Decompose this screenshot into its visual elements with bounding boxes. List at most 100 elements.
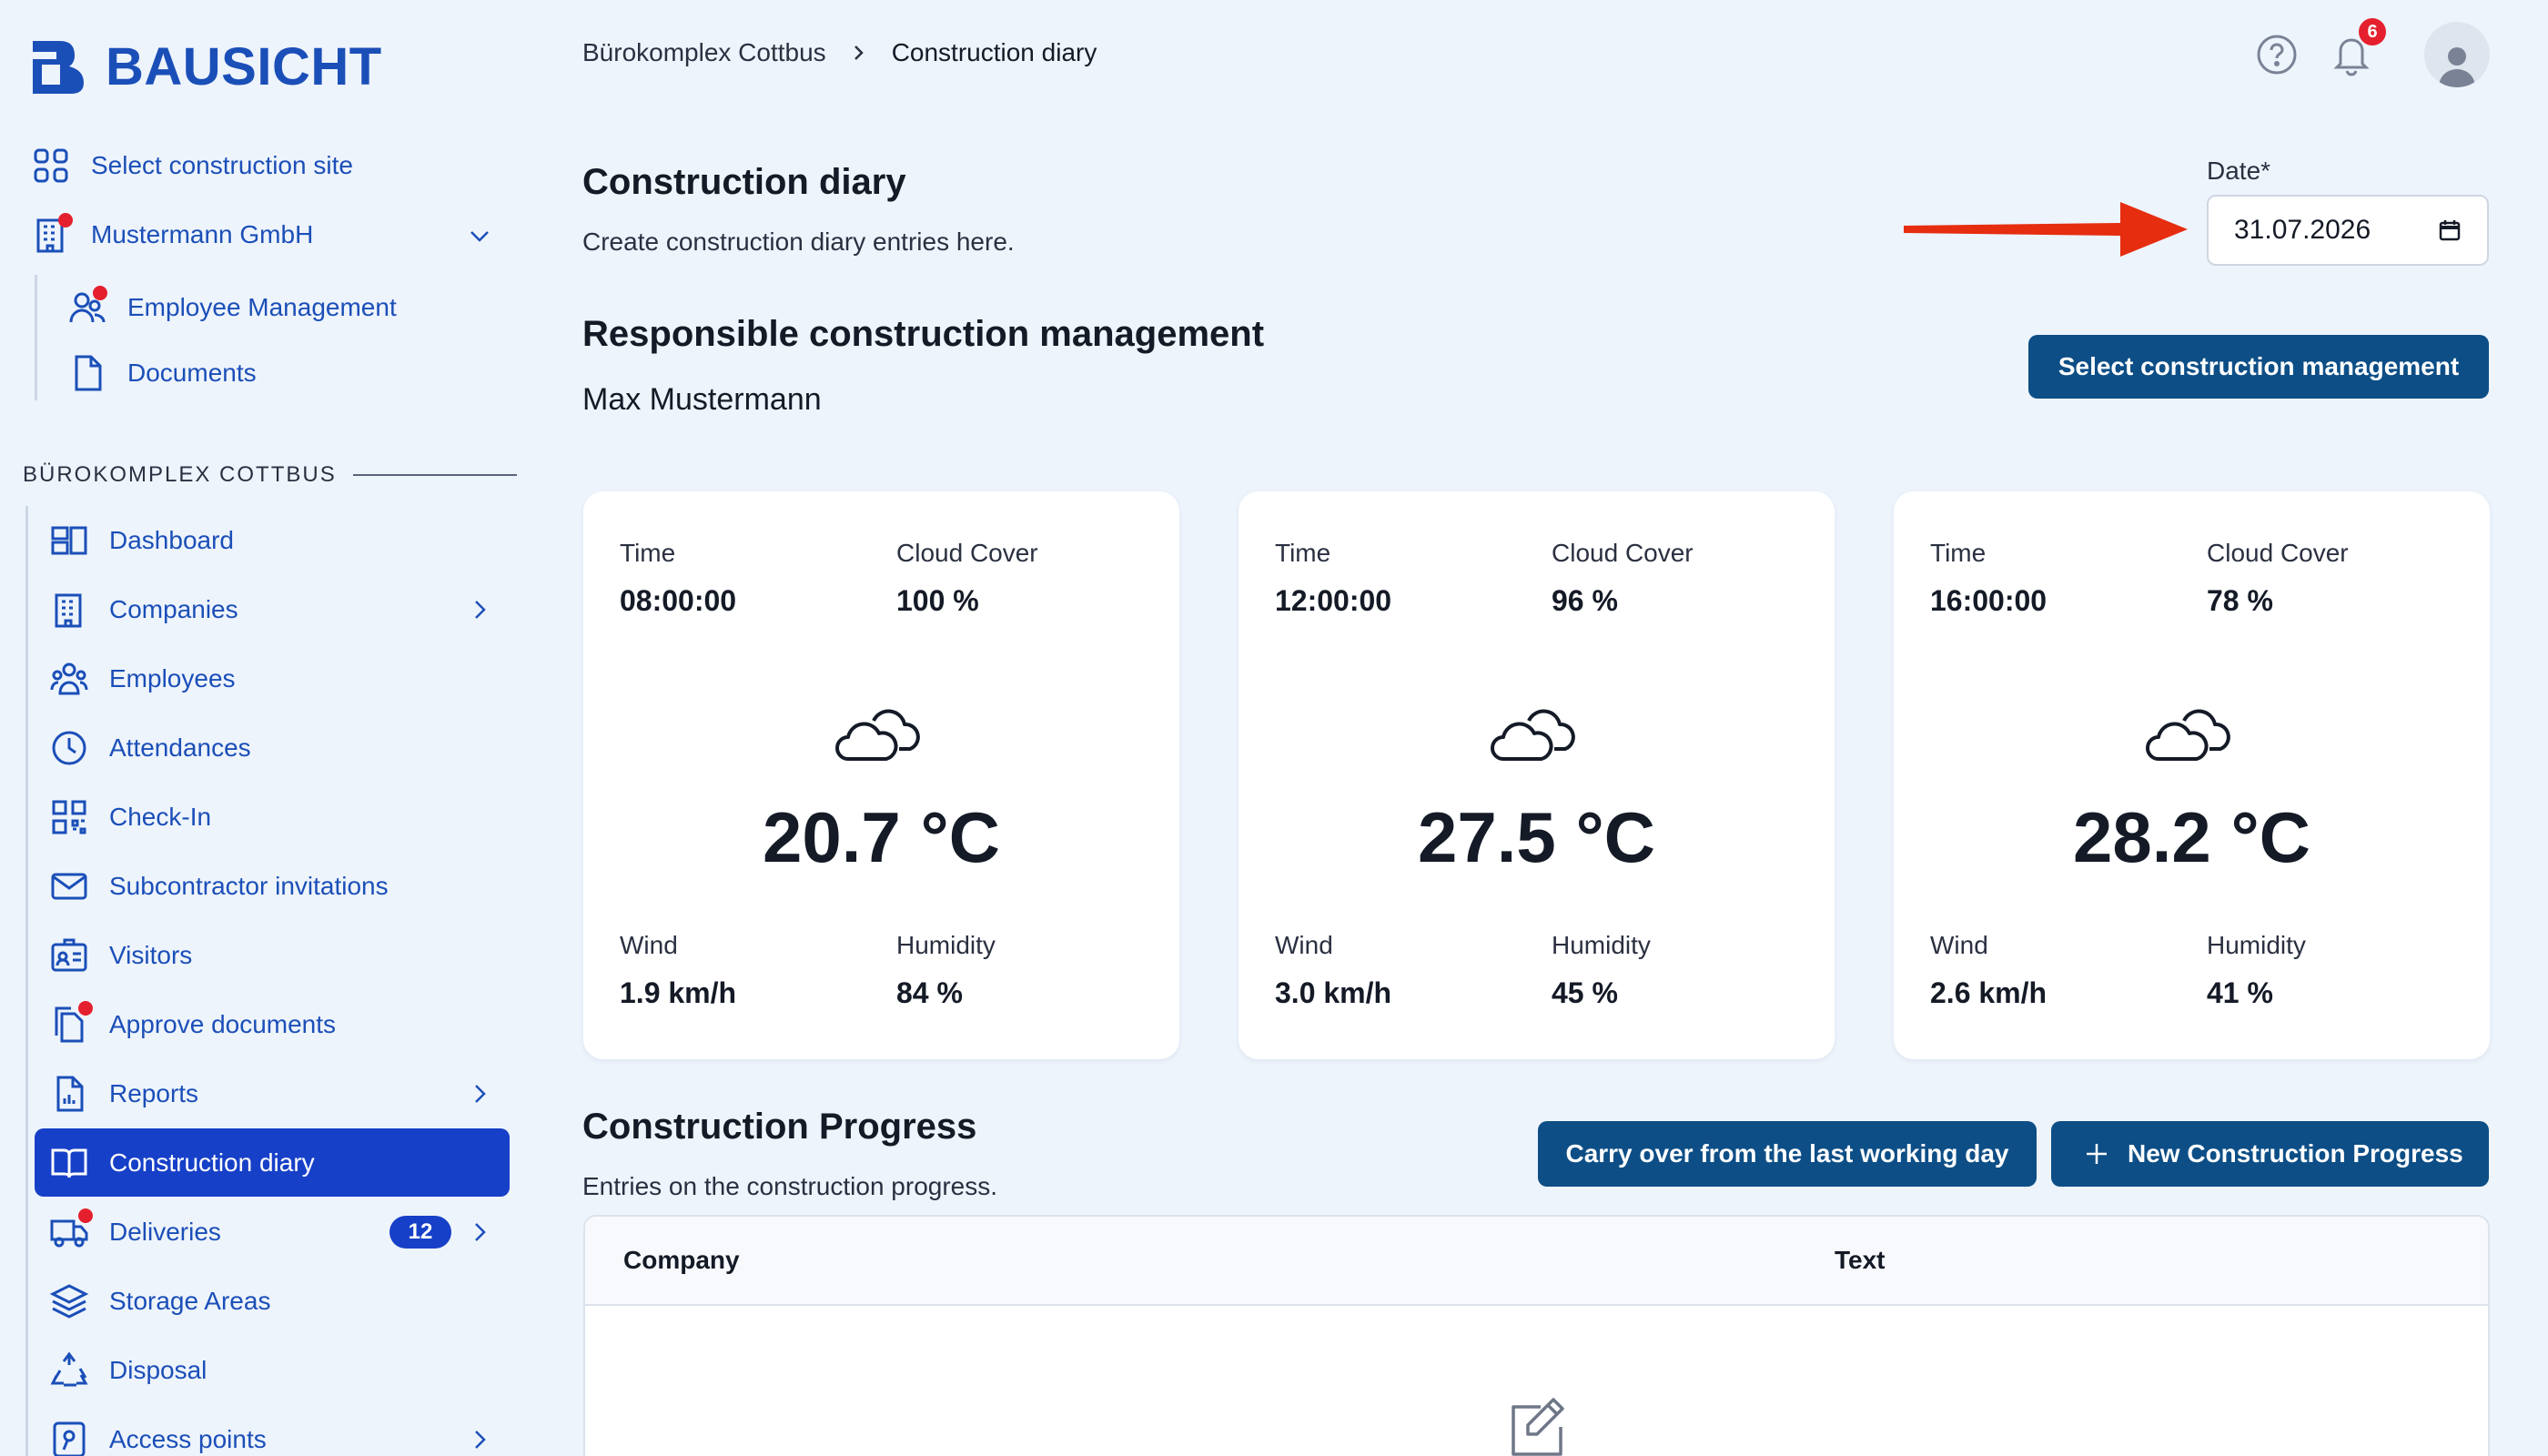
column-header-company[interactable]: Company (623, 1246, 740, 1275)
select-management-button[interactable]: Select construction management (2028, 335, 2489, 399)
select-site-link[interactable]: Select construction site (31, 146, 353, 186)
plus-icon (2084, 1141, 2109, 1167)
truck-icon (49, 1208, 93, 1252)
temperature-value: 28.2 °C (2072, 797, 2310, 877)
qr-code-icon (49, 797, 89, 837)
notification-count-badge: 6 (2359, 18, 2386, 46)
progress-subtitle: Entries on the construction progress. (582, 1172, 998, 1200)
dashboard-icon (49, 521, 89, 561)
humidity-value: 41 % (2207, 976, 2273, 1009)
carry-over-button[interactable]: Carry over from the last working day (1538, 1121, 2037, 1187)
sidebar-item-deliveries[interactable]: Deliveries (49, 1208, 221, 1252)
weather-card: Time Cloud Cover 12:00:00 96 % 27.5 °C W… (1239, 491, 1835, 1059)
section-tree-line (25, 506, 28, 1456)
progress-table: Company Text (583, 1215, 2490, 1456)
id-badge-icon (49, 935, 89, 976)
company-selector[interactable]: Mustermann GmbH (31, 213, 314, 255)
table-header: Company Text (585, 1217, 2488, 1306)
chevron-right-icon[interactable] (466, 1218, 493, 1246)
sidebar-item-label: Access points (109, 1425, 267, 1453)
recycle-icon (49, 1350, 89, 1390)
chevron-right-icon[interactable] (466, 1080, 493, 1107)
sidebar-item-reports[interactable]: Reports (49, 1074, 198, 1114)
sidebar-item-label: Storage Areas (109, 1287, 271, 1315)
weather-card: Time Cloud Cover 08:00:00 100 % 20.7 °C … (583, 491, 1179, 1059)
temperature-value: 20.7 °C (762, 797, 1000, 877)
sidebar-item-documents[interactable]: Documents (67, 353, 257, 393)
chevron-right-icon[interactable] (466, 1426, 493, 1453)
sidebar-item-visitors[interactable]: Visitors (49, 935, 192, 976)
humidity-label: Humidity (1552, 931, 1651, 959)
user-icon (2439, 47, 2475, 87)
select-site-label: Select construction site (91, 151, 353, 179)
date-value: 31.07.2026 (2234, 215, 2371, 245)
date-input[interactable]: 31.07.2026 (2207, 195, 2489, 266)
help-icon[interactable] (2255, 33, 2299, 76)
section-divider (352, 474, 517, 476)
book-icon (49, 1143, 89, 1183)
breadcrumb-current: Construction diary (891, 38, 1097, 66)
building-icon (31, 213, 73, 255)
chevron-right-icon[interactable] (466, 596, 493, 623)
deliveries-count-badge: 12 (389, 1216, 451, 1249)
wind-value: 2.6 km/h (1930, 976, 2048, 1009)
sidebar-item-check-in[interactable]: Check-In (49, 797, 211, 837)
app-name: BAUSICHT (106, 37, 382, 96)
building-icon (49, 590, 89, 630)
sidebar-item-label: Subcontractor invitations (109, 872, 389, 900)
section-title: BÜROKOMPLEX COTTBUS (23, 462, 337, 487)
sidebar-item-label: Companies (109, 595, 238, 623)
breadcrumb-separator-icon (850, 42, 868, 64)
layers-icon (49, 1281, 89, 1321)
humidity-value: 45 % (1552, 976, 1618, 1009)
sidebar-item-label: Dashboard (109, 526, 234, 554)
chevron-down-icon[interactable] (466, 222, 493, 249)
management-name: Max Mustermann (582, 382, 822, 417)
date-label: Date* (2207, 157, 2271, 185)
document-icon (67, 353, 107, 393)
sidebar-item-label: Disposal (109, 1356, 207, 1384)
employees-icon (49, 659, 89, 699)
calendar-icon[interactable] (2438, 218, 2462, 242)
app-logo[interactable]: BAUSICHT (29, 36, 382, 97)
sidebar-item-label: Reports (109, 1079, 199, 1107)
weather-card: Time Cloud Cover 16:00:00 78 % 28.2 °C W… (1894, 491, 2490, 1059)
cloud-icon (1491, 701, 1582, 764)
breadcrumb-site[interactable]: Bürokomplex Cottbus (582, 38, 826, 67)
sidebar-item-approve-documents[interactable]: Approve documents (49, 1001, 336, 1045)
sidebar-item-dashboard[interactable]: Dashboard (49, 521, 234, 561)
column-header-text[interactable]: Text (1835, 1246, 1886, 1275)
sidebar-item-employees[interactable]: Employees (49, 659, 236, 699)
new-progress-button[interactable]: New Construction Progress (2051, 1121, 2489, 1187)
management-title: Responsible construction management (582, 314, 1265, 354)
edit-icon (1504, 1394, 1570, 1456)
time-value: 08:00:00 (620, 584, 737, 617)
sidebar-item-construction-diary[interactable]: Construction diary (49, 1143, 315, 1183)
wind-label: Wind (1930, 931, 1988, 959)
sidebar-item-storage-areas[interactable]: Storage Areas (49, 1281, 270, 1321)
avatar[interactable] (2424, 22, 2490, 87)
cloud-cover-value: 96 % (1552, 584, 1618, 617)
company-name: Mustermann GmbH (91, 220, 314, 248)
time-value: 16:00:00 (1930, 584, 2048, 617)
sidebar-item-companies[interactable]: Companies (49, 590, 238, 630)
company-alert-dot (58, 213, 73, 228)
breadcrumb: Bürokomplex Cottbus Construction diary (582, 38, 1097, 67)
sidebar-item-access-points[interactable]: Access points (49, 1420, 267, 1456)
sidebar-item-employee-management[interactable]: Employee Management (67, 286, 397, 328)
new-progress-label: New Construction Progress (2128, 1139, 2463, 1168)
sidebar-item-label: Employees (109, 664, 236, 693)
temperature-value: 27.5 °C (1417, 797, 1655, 877)
sidebar-item-label: Deliveries (109, 1218, 221, 1246)
sidebar-item-attendances[interactable]: Attendances (49, 728, 251, 768)
progress-title: Construction Progress (582, 1107, 977, 1147)
sidebar-item-disposal[interactable]: Disposal (49, 1350, 207, 1390)
humidity-label: Humidity (896, 931, 996, 959)
people-icon (67, 286, 107, 328)
report-icon (49, 1074, 89, 1114)
sidebar-item-label: Check-In (109, 803, 212, 831)
time-label: Time (1930, 539, 1987, 567)
cloud-cover-label: Cloud Cover (1552, 539, 1694, 567)
sidebar-item-subcontractor-invitations[interactable]: Subcontractor invitations (49, 866, 389, 906)
sidebar-item-label: Construction diary (109, 1148, 315, 1177)
